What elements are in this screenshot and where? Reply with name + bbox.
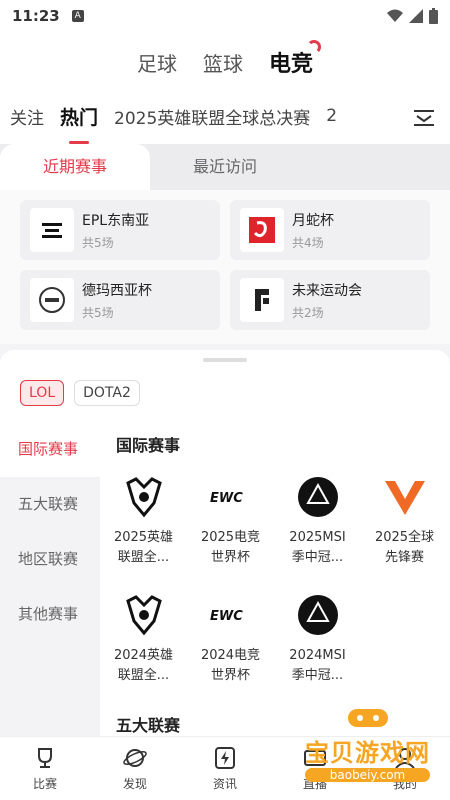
trophy-icon xyxy=(32,745,58,771)
event-item[interactable]: 2024MSI 季中冠... xyxy=(274,584,361,702)
gamepad-icon xyxy=(347,709,388,727)
worlds-trophy-icon xyxy=(119,472,169,522)
event-count: 共2场 xyxy=(292,305,324,320)
watermark-url: baobeiy.com xyxy=(305,768,430,782)
active-mark-icon xyxy=(307,40,321,54)
item-line1: 2024MSI xyxy=(289,648,346,663)
section-title: 国际赛事 xyxy=(116,436,181,455)
events-panel: LOL DOTA2 国际赛事 五大联赛 地区联赛 其他赛事 国际赛事 2025英… xyxy=(0,350,450,742)
nav-other[interactable]: 其他赛事 xyxy=(0,587,100,642)
event-name: 德玛西亚杯 xyxy=(82,282,152,299)
nav-label: 发现 xyxy=(122,777,147,791)
nav-regional[interactable]: 地区联赛 xyxy=(0,532,100,587)
nav-international[interactable]: 国际赛事 xyxy=(0,422,100,477)
notification-icon: A xyxy=(71,10,84,22)
tab-recent-events[interactable]: 近期赛事 xyxy=(0,144,150,190)
event-item[interactable]: 2025英雄 联盟全... xyxy=(100,466,187,584)
tab-follow[interactable]: 关注 xyxy=(10,104,44,133)
item-line1: 2025全球 xyxy=(374,530,435,545)
sport-esports[interactable]: 电竞 xyxy=(268,40,321,78)
event-name: EPL东南亚 xyxy=(82,212,150,229)
event-name: 月蛇杯 xyxy=(292,212,334,229)
item-line2: 联盟全... xyxy=(117,668,170,683)
first-stand-logo-icon xyxy=(380,472,430,522)
drag-handle[interactable] xyxy=(203,358,247,362)
item-line1: 2025电竞 xyxy=(200,530,261,545)
item-line1: 2024英雄 xyxy=(113,648,174,663)
event-category-nav: 国际赛事 五大联赛 地区联赛 其他赛事 xyxy=(0,422,100,742)
wifi-icon xyxy=(387,9,403,22)
event-count: 共5场 xyxy=(82,305,114,320)
event-count: 共4场 xyxy=(292,235,324,250)
status-bar: 11:23 A xyxy=(0,0,450,32)
tab-worlds-2025[interactable]: 2025英雄联盟全球总决赛 xyxy=(114,104,310,133)
menu-chevron-icon xyxy=(414,110,434,126)
category-tabs: 关注 热门 2025英雄联盟全球总决赛 2 xyxy=(0,92,450,144)
watermark: 宝贝游戏网 baobeiy.com xyxy=(305,705,430,782)
event-item[interactable]: EWC 2025电竞 世界杯 xyxy=(187,466,274,584)
item-line2: 季中冠... xyxy=(291,550,344,565)
event-list: 国际赛事 2025英雄 联盟全... EWC 2025电竞 世界杯 2025MSI 季中… xyxy=(100,422,450,746)
item-line1: 2025MSI xyxy=(289,530,346,545)
tab-next[interactable]: 2 xyxy=(326,106,337,130)
watermark-title: 宝贝游戏网 xyxy=(305,739,430,767)
epl-logo-icon xyxy=(30,208,74,252)
msi-logo-icon xyxy=(293,472,343,522)
svg-text:EWC: EWC xyxy=(210,609,243,623)
item-line2: 联盟全... xyxy=(117,550,170,565)
worlds-trophy-icon xyxy=(119,590,169,640)
recent-section: 近期赛事 最近访问 EPL东南亚 共5场 月蛇杯 共4场 德玛西亚杯 共5场 未来运动… xyxy=(0,144,450,344)
moon-snake-logo-icon xyxy=(240,208,284,252)
battery-icon xyxy=(429,8,438,24)
event-item[interactable]: 2025全球 先锋赛 xyxy=(361,466,448,584)
planet-icon xyxy=(122,745,148,771)
future-games-logo-icon xyxy=(240,278,284,322)
sport-football[interactable]: 足球 xyxy=(137,48,177,77)
tab-hot[interactable]: 热门 xyxy=(60,103,98,144)
nav-major-leagues[interactable]: 五大联赛 xyxy=(0,477,100,532)
sport-basketball[interactable]: 篮球 xyxy=(203,48,243,77)
nav-matches[interactable]: 比赛 xyxy=(0,737,90,800)
signal-icon xyxy=(409,9,423,23)
demacia-logo-icon xyxy=(30,278,74,322)
game-tab-lol[interactable]: LOL xyxy=(20,380,65,406)
sport-selector: 足球 篮球 电竞 xyxy=(0,32,450,92)
event-card[interactable]: 未来运动会共2场 xyxy=(230,270,430,330)
svg-text:EWC: EWC xyxy=(210,491,243,505)
nav-news[interactable]: 资讯 xyxy=(180,737,270,800)
game-tab-dota2[interactable]: DOTA2 xyxy=(74,380,140,406)
item-line2: 先锋赛 xyxy=(384,550,424,565)
event-name: 未来运动会 xyxy=(292,282,362,299)
event-card[interactable]: 月蛇杯共4场 xyxy=(230,200,430,260)
item-line2: 季中冠... xyxy=(291,668,344,683)
nav-label: 资讯 xyxy=(212,777,237,791)
sport-esports-label: 电竞 xyxy=(268,52,313,77)
status-time: 11:23 xyxy=(12,7,60,25)
nav-discover[interactable]: 发现 xyxy=(90,737,180,800)
item-line1: 2025英雄 xyxy=(113,530,174,545)
ewc-logo-icon: EWC xyxy=(206,590,256,640)
event-item[interactable]: 2024英雄 联盟全... xyxy=(100,584,187,702)
item-line2: 世界杯 xyxy=(210,550,250,565)
nav-label: 比赛 xyxy=(32,777,57,791)
event-item[interactable]: 2025MSI 季中冠... xyxy=(274,466,361,584)
news-bolt-icon xyxy=(212,745,238,771)
event-card[interactable]: EPL东南亚 共5场 xyxy=(20,200,220,260)
expand-menu-button[interactable] xyxy=(398,92,450,144)
event-item[interactable]: EWC 2024电竞 世界杯 xyxy=(187,584,274,702)
ewc-logo-icon: EWC xyxy=(206,472,256,522)
event-card[interactable]: 德玛西亚杯共5场 xyxy=(20,270,220,330)
item-line1: 2024电竞 xyxy=(200,648,261,663)
tab-recent-visits[interactable]: 最近访问 xyxy=(150,144,300,190)
msi-logo-icon xyxy=(293,590,343,640)
item-line2: 世界杯 xyxy=(210,668,250,683)
event-count: 共5场 xyxy=(82,235,114,250)
